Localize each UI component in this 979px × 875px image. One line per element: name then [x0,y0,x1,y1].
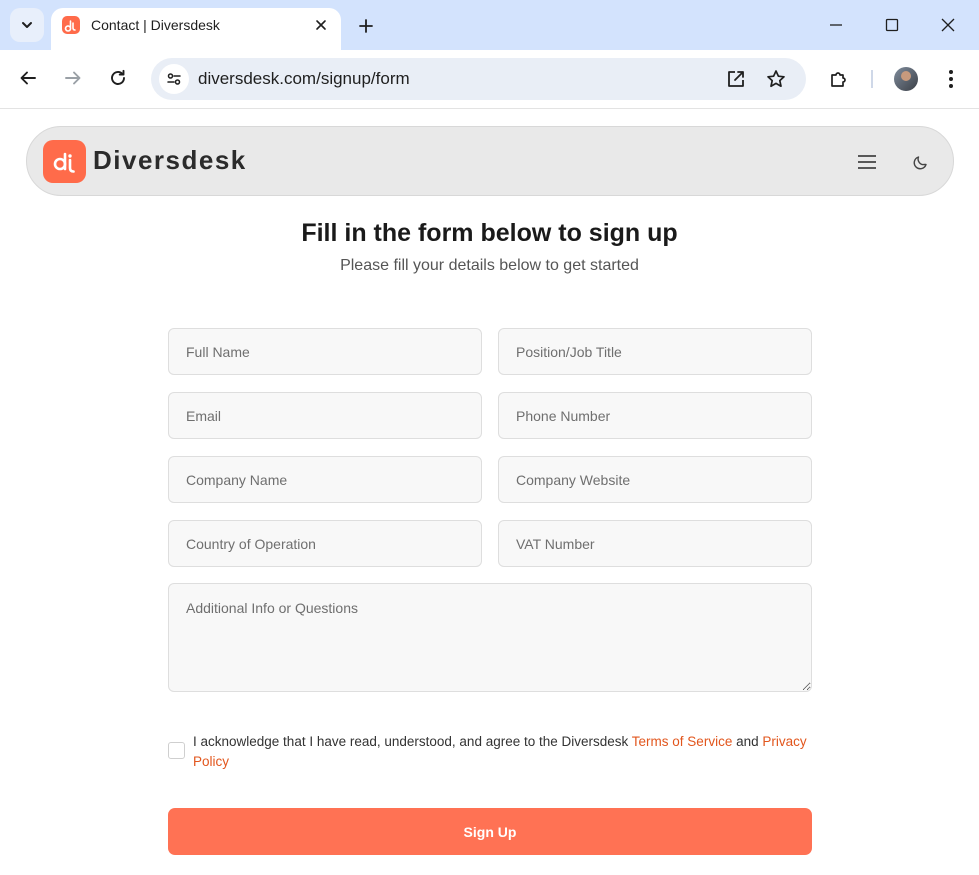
site-header: Diversdesk [26,126,954,196]
tab-title: Contact | Diversdesk [91,17,220,33]
country-of-operation-input[interactable] [168,520,482,567]
additional-info-textarea[interactable] [168,583,812,692]
close-window-icon[interactable] [931,8,965,42]
hamburger-menu-icon[interactable] [854,149,880,175]
open-in-app-icon[interactable] [724,67,748,91]
sign-up-button[interactable]: Sign Up [168,808,812,855]
chevron-down-icon [22,22,32,28]
browser-toolbar: diversdesk.com/signup/form [0,50,979,109]
back-arrow-icon[interactable] [11,61,45,95]
tab-close-icon[interactable] [311,15,331,35]
email-input[interactable] [168,392,482,439]
consent-text: I acknowledge that I have read, understo… [193,732,813,772]
consent-prefix: I acknowledge that I have read, understo… [193,734,632,749]
vat-number-input[interactable] [498,520,812,567]
company-website-input[interactable] [498,456,812,503]
reload-icon[interactable] [101,61,135,95]
logo-text[interactable]: Diversdesk [93,145,247,176]
position-job-title-input[interactable] [498,328,812,375]
diversdesk-favicon-icon [62,16,80,34]
url-text[interactable]: diversdesk.com/signup/form [198,69,410,89]
minimize-icon[interactable] [819,8,853,42]
bookmark-star-icon[interactable] [764,67,788,91]
forward-arrow-icon[interactable] [56,61,90,95]
maximize-icon[interactable] [875,8,909,42]
dark-mode-moon-icon[interactable] [908,149,934,175]
tab-search-button[interactable] [10,8,44,42]
company-name-input[interactable] [168,456,482,503]
more-menu-icon[interactable] [934,62,968,96]
browser-tab-active[interactable]: Contact | Diversdesk [51,8,341,50]
address-bar[interactable]: diversdesk.com/signup/form [151,58,806,100]
profile-avatar[interactable] [894,67,918,91]
browser-tab-strip: Contact | Diversdesk [0,0,979,50]
phone-number-input[interactable] [498,392,812,439]
extensions-puzzle-icon[interactable] [822,62,856,96]
consent-checkbox[interactable] [168,742,185,759]
full-name-input[interactable] [168,328,482,375]
toolbar-divider [871,70,873,88]
consent-and: and [732,734,763,749]
page-title: Fill in the form below to sign up [301,219,678,247]
diversdesk-logo-icon[interactable] [43,140,86,183]
terms-of-service-link[interactable]: Terms of Service [632,734,733,749]
new-tab-icon[interactable] [352,12,380,40]
site-settings-icon[interactable] [159,64,189,94]
page-subtitle: Please fill your details below to get st… [340,257,639,274]
